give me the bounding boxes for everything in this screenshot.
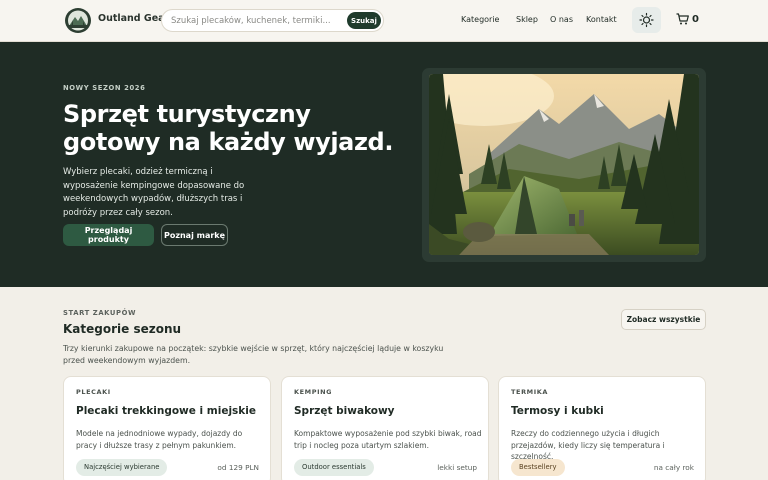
browse-products-button[interactable]: Przeglądaj produkty [63,224,154,246]
hero-image-frame [422,68,706,262]
category-card-backpacks[interactable]: PLECAKI Plecaki trekkingowe i miejskie M… [63,376,271,480]
about-brand-button[interactable]: Poznaj markę [161,224,228,246]
card-badge: Outdoor essentials [294,459,374,476]
nav-categories[interactable]: Kategorie [461,15,499,24]
brand-name[interactable]: Outland Gear [98,13,169,24]
card-tag: TERMIKA [511,388,549,396]
see-all-button[interactable]: Zobacz wszystkie [621,309,706,330]
card-title: Plecaki trekkingowe i miejskie [76,405,256,417]
card-badge: Najczęściej wybierane [76,459,168,476]
card-title: Sprzęt biwakowy [294,405,395,417]
hero-description: Wybierz plecaki, odzież termiczną i wypo… [63,167,245,218]
nav-contact[interactable]: Kontakt [586,15,617,24]
category-card-camping[interactable]: KEMPING Sprzęt biwakowy Kompaktowe wypos… [281,376,489,480]
card-meta: lekki setup [437,463,477,472]
card-description: Kompaktowe wyposażenie pod szybki biwak,… [294,429,482,450]
theme-toggle-button[interactable] [632,7,661,33]
card-tag: KEMPING [294,388,333,396]
site-header: Outland Gear Szukaj Kategorie Sklep O na… [0,0,768,42]
hero-section: NOWY SEZON 2026 Sprzęt turystyczny gotow… [0,42,768,287]
category-card-thermal[interactable]: TERMIKA Termosy i kubki Rzeczy do codzie… [498,376,706,480]
section-title: Kategorie sezonu [63,322,182,336]
nav-shop[interactable]: Sklep [516,15,538,24]
search-input[interactable] [171,10,341,31]
card-meta: od 129 PLN [217,463,259,472]
mountain-logo-icon[interactable] [65,8,91,33]
search-button[interactable]: Szukaj [347,12,381,29]
hero-title: Sprzęt turystyczny gotowy na każdy wyjaz… [63,100,394,156]
card-tag: PLECAKI [76,388,111,396]
card-badge: Bestsellery [511,459,565,476]
card-description: Rzeczy do codziennego użycia i długich p… [511,429,665,461]
section-eyebrow: START ZAKUPÓW [63,309,137,317]
search-bar: Szukaj [161,9,384,32]
hero-image-camping-tent [429,74,699,255]
card-description: Modele na jednodniowe wypady, dojazdy do… [76,429,243,450]
nav-about[interactable]: O nas [550,15,573,24]
hero-eyebrow: NOWY SEZON 2026 [63,84,146,92]
card-meta: na cały rok [653,463,694,472]
cart-count: 0 [692,13,699,25]
sun-icon [639,12,654,28]
cart-icon [676,13,689,25]
cart-button[interactable]: 0 [676,13,699,25]
card-title: Termosy i kubki [511,405,604,417]
section-description: Trzy kierunki zakupowe na początek: szyb… [63,344,444,365]
